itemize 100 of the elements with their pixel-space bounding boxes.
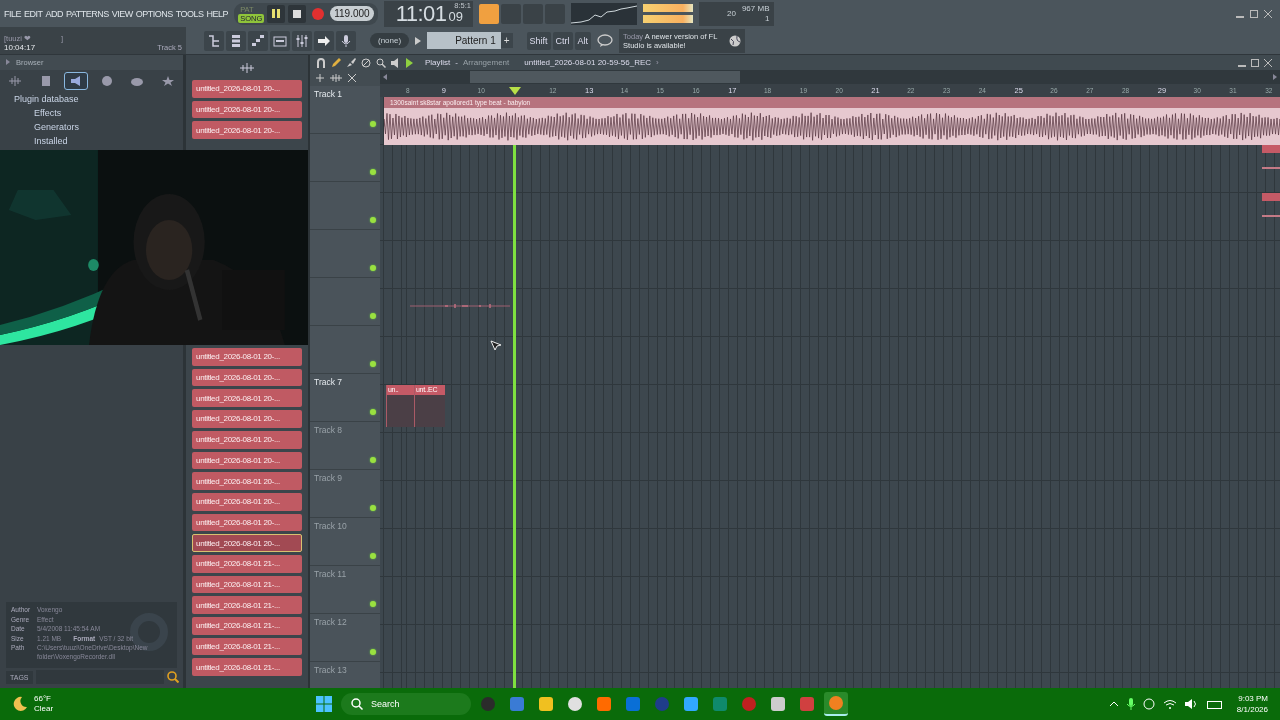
tree-item[interactable]: Generators <box>0 120 183 134</box>
sliders-icon[interactable] <box>292 30 312 51</box>
track-header[interactable]: Track 12 <box>310 614 380 662</box>
pattern-selector[interactable]: (none) <box>370 33 410 48</box>
pattern-clip[interactable]: untitled_2026-08-01 21-... <box>192 596 302 614</box>
track-mute-led[interactable] <box>370 601 376 607</box>
track-mute-led[interactable] <box>370 553 376 559</box>
modifier-key[interactable]: Alt <box>574 31 592 50</box>
menu-item[interactable]: HELP <box>206 8 229 19</box>
pattern-clip[interactable]: untitled_2026-08-01 20-... <box>192 534 302 552</box>
track-header[interactable]: Track 13 <box>310 662 380 688</box>
close-icon[interactable] <box>1264 58 1272 67</box>
track-mute-led[interactable] <box>370 649 376 655</box>
song-name[interactable]: untitled_2026-08-01 20-59-56_REC <box>524 58 652 67</box>
track-header[interactable] <box>310 182 380 230</box>
play-icon[interactable] <box>415 36 422 45</box>
chevron-up-icon[interactable] <box>1108 701 1119 707</box>
arrangement-label[interactable]: Arrangement <box>463 58 510 67</box>
stop-button[interactable] <box>288 4 307 23</box>
pattern-clip[interactable]: untitled_2026-08-01 20-... <box>192 389 302 408</box>
pattern-clip[interactable]: untitled_2026-08-01 20-... <box>192 368 302 387</box>
pause-button[interactable] <box>267 4 286 23</box>
menu-item[interactable]: VIEW <box>111 8 133 19</box>
track-mute-led[interactable] <box>370 313 376 319</box>
magnet-icon[interactable] <box>316 57 326 68</box>
pattern-clip[interactable]: untitled_2026-08-01 20-... <box>192 472 302 490</box>
network-icon[interactable] <box>1142 698 1155 710</box>
clock-time[interactable]: 9:03 PM <box>1238 693 1268 704</box>
steps-icon[interactable] <box>248 30 268 51</box>
track-header[interactable]: Track 11 <box>310 566 380 614</box>
tree-item[interactable]: Installed <box>0 134 183 148</box>
wifi-icon[interactable] <box>1162 699 1177 709</box>
battery-icon[interactable] <box>1206 699 1223 709</box>
menu-item[interactable]: PATTERNS <box>66 8 109 19</box>
track-header[interactable]: Track 8 <box>310 422 380 470</box>
tree-item[interactable]: Effects <box>0 106 183 120</box>
browser-tab[interactable] <box>64 72 89 90</box>
tempo-display[interactable]: 119.000 <box>330 6 374 21</box>
pattern-clip[interactable]: untitled_2026-08-01 20-... <box>192 492 302 511</box>
menu-item[interactable]: EDIT <box>24 8 43 19</box>
pencil-icon[interactable] <box>331 57 341 68</box>
track-header[interactable]: Track 1 <box>310 86 380 134</box>
menu-item[interactable]: TOOLS <box>175 8 204 19</box>
mute-icon[interactable] <box>361 57 371 68</box>
expand-icon[interactable] <box>6 58 10 67</box>
track-header[interactable] <box>310 230 380 278</box>
track-header[interactable]: Track 9 <box>310 470 380 518</box>
pattern-clip[interactable]: untitled_2026-08-01 20-... <box>192 348 302 366</box>
track-header[interactable] <box>310 326 380 374</box>
close-icon[interactable] <box>1264 9 1272 18</box>
restore-icon[interactable] <box>1251 58 1259 67</box>
playhead-marker[interactable] <box>509 86 522 95</box>
track-header[interactable]: Track 7 <box>310 374 380 422</box>
pattern-clip[interactable]: untitled_2026-08-01 20-... <box>192 121 302 140</box>
search-field[interactable]: Search <box>341 693 471 715</box>
track-header[interactable] <box>310 134 380 182</box>
brush-icon[interactable] <box>346 57 356 68</box>
list-icon[interactable] <box>226 30 246 51</box>
pattern-clip[interactable]: untitled_2026-08-01 21-... <box>192 637 302 656</box>
app-icon[interactable] <box>824 692 848 716</box>
track-mute-led[interactable] <box>370 169 376 175</box>
speaker-icon[interactable] <box>391 57 401 68</box>
globe-icon[interactable] <box>729 34 742 47</box>
clock-date[interactable]: 8/1/2026 <box>1236 704 1268 715</box>
microphone-icon[interactable] <box>336 30 356 51</box>
track-mute-led[interactable] <box>370 361 376 367</box>
pattern-clip[interactable]: untitled_2026-08-01 21-... <box>192 575 302 594</box>
track-mute-led[interactable] <box>370 217 376 223</box>
pattern-clip[interactable]: untitled_2026-08-01 20-... <box>192 80 302 98</box>
pattern-clip[interactable]: untitled_2026-08-01 20-... <box>192 513 302 532</box>
song-arrow[interactable]: › <box>656 58 659 67</box>
chat-icon[interactable] <box>597 33 614 48</box>
microphone-icon[interactable] <box>1126 698 1135 710</box>
console-icon[interactable] <box>270 30 290 51</box>
menu-item[interactable]: FILE <box>4 8 21 19</box>
track-header[interactable] <box>310 278 380 326</box>
track-mute-led[interactable] <box>370 265 376 271</box>
track-header[interactable]: Track 10 <box>310 518 380 566</box>
speaker-icon[interactable] <box>1184 699 1199 709</box>
pattern-name[interactable]: Pattern 1 <box>427 32 501 49</box>
waveform-icon[interactable] <box>330 74 342 82</box>
menu-item[interactable]: OPTIONS <box>135 8 173 19</box>
track-mute-led[interactable] <box>370 409 376 415</box>
pattern-clip[interactable]: untitled_2026-08-01 21-... <box>192 658 302 677</box>
menu-item[interactable]: ADD <box>45 8 64 19</box>
tree-item[interactable]: Plugin database <box>0 92 183 106</box>
waveform-icon[interactable] <box>240 62 254 73</box>
modifier-key[interactable]: Shift <box>526 31 551 50</box>
track-mute-led[interactable] <box>370 121 376 127</box>
pattern-clip[interactable]: untitled_2026-08-01 20-... <box>192 410 302 428</box>
pattern-clip[interactable]: untitled_2026-08-01 20-... <box>192 100 302 119</box>
pattern-clip[interactable]: untitled_2026-08-01 20-... <box>192 451 302 470</box>
zoom-icon[interactable] <box>376 57 386 68</box>
close-icon[interactable] <box>348 74 356 82</box>
search-icon[interactable] <box>167 671 179 683</box>
restore-icon[interactable] <box>1250 9 1258 18</box>
track-mute-led[interactable] <box>370 457 376 463</box>
scroll-thumb[interactable] <box>470 71 740 83</box>
pattern-clip[interactable]: untitled_2026-08-01 20-... <box>192 430 302 449</box>
modifier-key[interactable]: Ctrl <box>552 31 573 50</box>
